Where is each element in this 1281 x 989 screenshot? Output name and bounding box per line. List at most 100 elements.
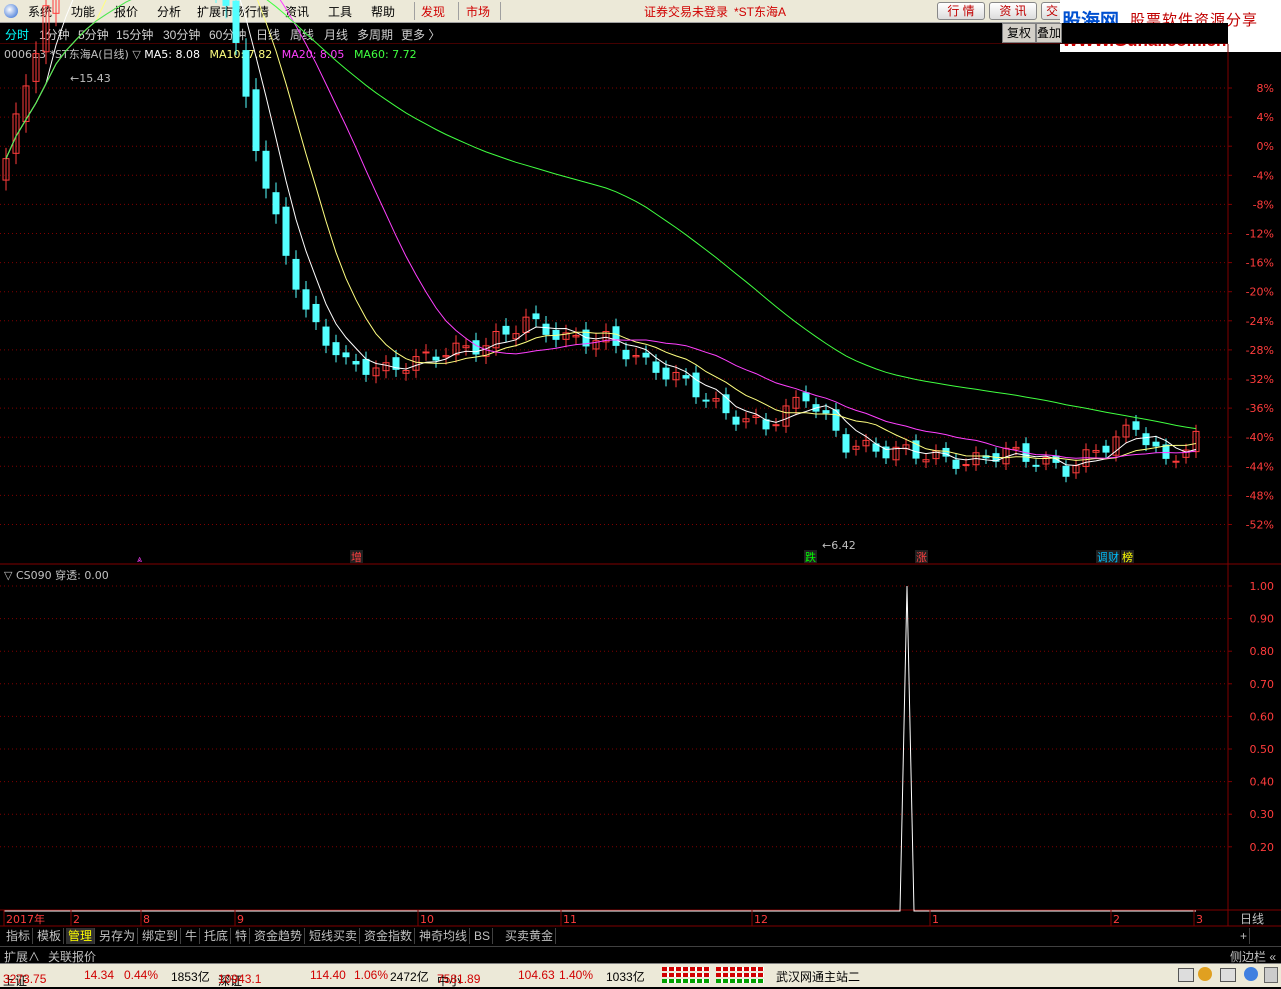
candle-body: [802, 392, 810, 402]
tab-1[interactable]: 模板: [35, 928, 65, 944]
indicator-panel: 1.00 0.90 0.80 0.70 0.60 0.50 0.40 0.30 0.20: [0, 580, 1275, 912]
candle-body: [532, 313, 540, 320]
price-tick-label: -12%: [1246, 228, 1274, 241]
candle-body: [232, 0, 240, 43]
monitor-icon[interactable]: [1220, 968, 1236, 982]
tab-3[interactable]: 另存为: [97, 928, 139, 944]
candle-body: [1102, 445, 1110, 453]
window-icon[interactable]: [1178, 968, 1194, 982]
event-marker: 财: [1108, 550, 1119, 564]
period-label: 日线: [1240, 912, 1264, 926]
tab-11[interactable]: 神奇均线: [417, 928, 471, 944]
date-label: 8: [143, 913, 150, 926]
tab-7[interactable]: 特: [233, 928, 251, 944]
candle-body: [242, 50, 250, 97]
candle-body: [622, 349, 630, 360]
market-breadth-sh-icon: [662, 967, 710, 983]
price-tick-label: -52%: [1246, 519, 1274, 532]
tab-13[interactable]: 买卖黄金: [503, 928, 557, 944]
kline-chart[interactable]: ←15.43 ←6.42 8% 4% 0% -4% -8% -12% -16% -20% -24%…: [0, 0, 1281, 986]
tab-12[interactable]: BS: [472, 928, 494, 944]
price-tick-label: -16%: [1246, 257, 1274, 270]
candle-body: [1152, 441, 1160, 447]
date-label: 2: [73, 913, 80, 926]
candle-body: [322, 326, 330, 346]
market-breadth-sz-icon: [716, 967, 764, 983]
candle-body: [1162, 444, 1170, 459]
chart-grid: [0, 44, 1281, 927]
date-label: 3: [1196, 913, 1203, 926]
alert-icon[interactable]: [1198, 967, 1212, 981]
candle-body: [652, 361, 660, 373]
date-label: 2017年: [6, 912, 45, 926]
candle-body: [502, 325, 510, 335]
ind-tick-label: 0.50: [1250, 743, 1275, 756]
tab-0[interactable]: 指标: [4, 928, 34, 944]
date-axis: 2017年 2 8 9 10 11 12 1 2 3 日线: [3, 910, 1264, 926]
candle-body: [642, 352, 650, 358]
candle-body: [432, 356, 440, 361]
candlesticks: [2, 0, 1200, 483]
zx-pct: 1.40%: [559, 968, 594, 982]
date-label: 2: [1113, 913, 1120, 926]
extension-row: 扩展∧ 关联报价 侧边栏 «: [0, 946, 1281, 964]
candle-body: [702, 399, 710, 402]
ind-tick-label: 0.20: [1250, 841, 1275, 854]
tab-8[interactable]: 资金趋势: [252, 928, 306, 944]
tab-2[interactable]: 管理: [66, 928, 96, 944]
sz-amount: 2472亿: [390, 970, 429, 984]
indicator-header[interactable]: ▽ CS090 穿透: 0.00: [4, 567, 109, 583]
price-tick-label: -40%: [1246, 431, 1274, 444]
tab-9[interactable]: 短线买卖: [307, 928, 361, 944]
date-label: 10: [420, 913, 434, 926]
zx-amount: 1033亿: [606, 970, 645, 984]
add-tab-button[interactable]: +: [1238, 928, 1251, 944]
event-marker: 调: [1097, 551, 1108, 564]
sh-pct: 0.44%: [124, 968, 159, 982]
ind-tick-label: 0.80: [1250, 645, 1275, 658]
candle-body: [772, 424, 780, 427]
candle-body: [222, 0, 230, 6]
status-bar: 上证 3273.75 14.34 0.44% 1853亿 深证 10943.1 11…: [0, 963, 1281, 988]
candle-body: [422, 351, 430, 354]
price-tick-label: 4%: [1257, 111, 1274, 124]
price-tick-label: -4%: [1253, 169, 1274, 182]
price-tick-label: -28%: [1246, 344, 1274, 357]
lock-icon[interactable]: [1264, 967, 1278, 983]
candle-body: [1032, 464, 1040, 467]
ind-tick-label: 1.00: [1250, 580, 1275, 593]
ma20-line: [5, 0, 1197, 459]
price-tick-label: -36%: [1246, 402, 1274, 415]
event-arrow-icon: ⩓: [137, 555, 142, 565]
candle-body: [952, 459, 960, 469]
candle-body: [342, 352, 350, 358]
price-tick-label: 0%: [1257, 140, 1274, 153]
price-tick-label: -44%: [1246, 460, 1274, 473]
candle-body: [962, 464, 970, 467]
event-marker: 跌: [805, 550, 816, 564]
candle-body: [662, 367, 670, 380]
ind-tick-label: 0.60: [1250, 710, 1275, 723]
candle-body: [312, 303, 320, 323]
tab-4[interactable]: 绑定到: [140, 928, 182, 944]
tab-6[interactable]: 托底: [202, 928, 232, 944]
date-label: 12: [754, 913, 768, 926]
price-tick-label: -32%: [1246, 373, 1274, 386]
candle-body: [1062, 465, 1070, 477]
sh-amount: 1853亿: [171, 970, 210, 984]
high-price-label: ←15.43: [70, 72, 111, 85]
date-label: 9: [237, 913, 244, 926]
info-icon[interactable]: [1244, 967, 1258, 981]
ind-tick-label: 0.40: [1250, 776, 1275, 789]
tab-5[interactable]: 牛: [183, 928, 201, 944]
candle-body: [682, 375, 690, 379]
low-price-label: ←6.42: [822, 539, 856, 552]
candle-body: [822, 410, 830, 414]
price-tick-label: 8%: [1257, 82, 1274, 95]
candle-body: [732, 416, 740, 425]
date-label: 1: [932, 913, 939, 926]
tab-10[interactable]: 资金指数: [362, 928, 416, 944]
event-marker: 涨: [916, 551, 927, 564]
ind-tick-label: 0.90: [1250, 613, 1275, 626]
candle-body: [1142, 433, 1150, 446]
